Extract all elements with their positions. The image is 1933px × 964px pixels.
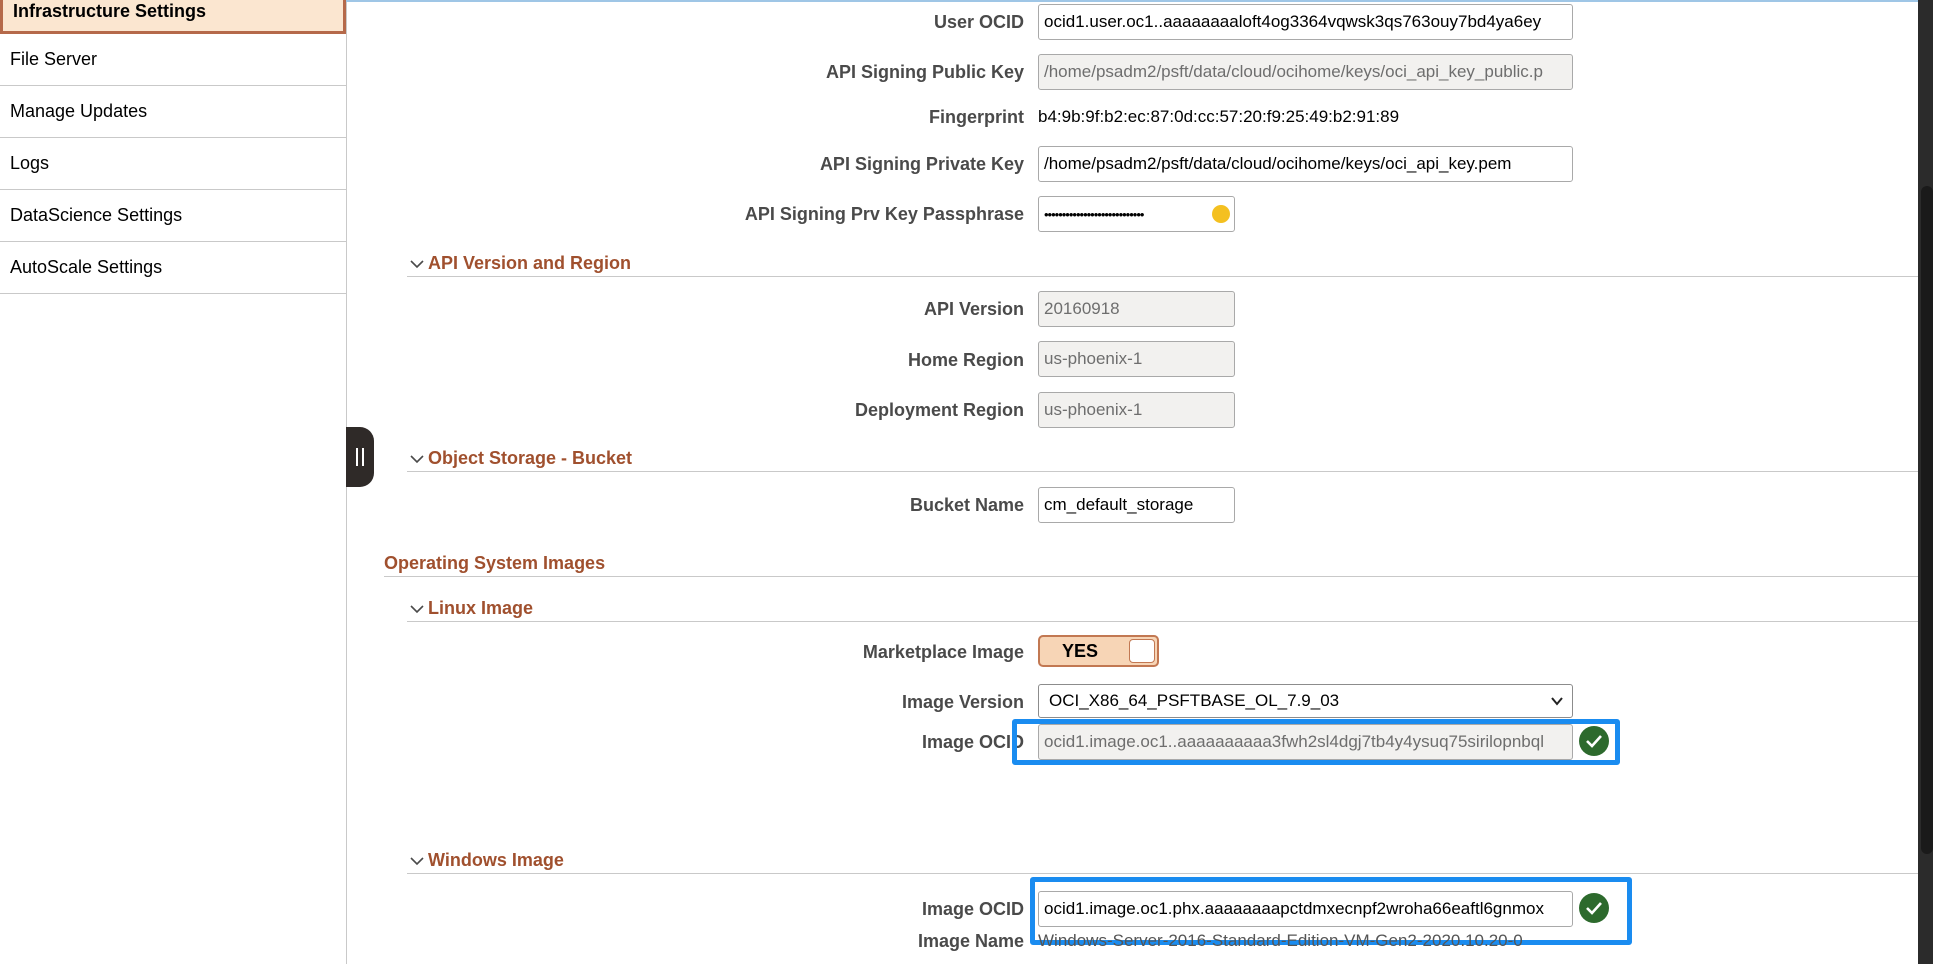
chevron-down-icon <box>410 856 424 865</box>
fingerprint-value: b4:9b:9f:b2:ec:87:0d:cc:57:20:f9:25:49:b… <box>1038 107 1400 126</box>
chevron-down-icon <box>1551 697 1563 706</box>
toggle-value: YES <box>1061 640 1099 661</box>
api-private-key-label: API Signing Private Key <box>819 154 1024 174</box>
api-public-key-label: API Signing Public Key <box>825 62 1024 82</box>
windows-image-name-value: Windows-Server-2016-Standard-Edition-VM-… <box>1038 931 1523 950</box>
chevron-down-icon <box>410 454 424 463</box>
sidebar-item-label: AutoScale Settings <box>10 257 163 277</box>
user-ocid-label: User OCID <box>933 12 1024 32</box>
sidebar-item-datascience-settings[interactable]: DataScience Settings <box>0 190 346 242</box>
bucket-name-input[interactable]: cm_default_storage <box>1038 487 1235 523</box>
section-api-version-region[interactable]: API Version and Region <box>410 253 631 274</box>
chevron-down-icon <box>410 259 424 268</box>
sidebar-item-manage-updates[interactable]: Manage Updates <box>0 86 346 138</box>
marketplace-image-label: Marketplace Image <box>862 642 1024 662</box>
sidebar: Infrastructure Settings File Server Mana… <box>0 0 347 964</box>
divider <box>407 276 1918 277</box>
home-region-input[interactable]: us-phoenix-1 <box>1038 341 1235 377</box>
sidebar-item-label: Infrastructure Settings <box>13 1 207 21</box>
sidebar-item-logs[interactable]: Logs <box>0 138 346 190</box>
sidebar-item-label: Manage Updates <box>10 101 148 121</box>
section-title: Operating System Images <box>384 553 606 573</box>
windows-image-name-label: Image Name <box>917 931 1024 951</box>
sidebar-collapse-handle[interactable] <box>346 427 374 487</box>
api-public-key-input[interactable]: /home/psadm2/psft/data/cloud/ocihome/key… <box>1038 54 1573 90</box>
windows-image-ocid-label: Image OCID <box>921 899 1024 919</box>
sidebar-item-label: Logs <box>10 153 50 173</box>
deployment-region-input[interactable]: us-phoenix-1 <box>1038 392 1235 428</box>
section-title: Windows Image <box>428 850 564 870</box>
windows-image-ocid-input[interactable]: ocid1.image.oc1.phx.aaaaaaaapctdmxecnpf2… <box>1038 891 1573 927</box>
scrollbar-thumb[interactable] <box>1921 186 1933 854</box>
linux-image-ocid-input[interactable]: ocid1.image.oc1..aaaaaaaaaa3fwh2sl4dgj7t… <box>1038 724 1573 760</box>
api-private-key-input[interactable]: /home/psadm2/psft/data/cloud/ocihome/key… <box>1038 146 1573 182</box>
password-manager-icon[interactable] <box>1212 205 1230 223</box>
passphrase-input[interactable]: •••••••••••••••••••••••••••• <box>1038 196 1235 232</box>
deployment-region-label: Deployment Region <box>854 400 1024 420</box>
chevron-down-icon <box>410 604 424 613</box>
sidebar-item-autoscale-settings[interactable]: AutoScale Settings <box>0 242 346 294</box>
top-border <box>346 0 1933 2</box>
linux-image-ocid-label: Image OCID <box>921 732 1024 752</box>
image-version-value: OCI_X86_64_PSFTBASE_OL_7.9_03 <box>1049 691 1340 710</box>
section-operating-system-images: Operating System Images <box>384 553 605 574</box>
api-version-label: API Version <box>923 299 1024 319</box>
section-title: Linux Image <box>428 598 534 618</box>
section-title: Object Storage - Bucket <box>428 448 633 468</box>
api-version-input[interactable]: 20160918 <box>1038 291 1235 327</box>
fingerprint-label: Fingerprint <box>929 107 1024 127</box>
divider <box>407 621 1918 622</box>
image-version-label: Image Version <box>901 692 1024 712</box>
toggle-knob <box>1129 639 1155 663</box>
pause-bars-icon <box>356 448 364 466</box>
checkmark-icon <box>1579 726 1609 756</box>
section-title: API Version and Region <box>428 253 632 273</box>
user-ocid-input[interactable]: ocid1.user.oc1..aaaaaaaaloft4og3364vqwsk… <box>1038 4 1573 40</box>
home-region-label: Home Region <box>907 350 1024 370</box>
divider <box>407 873 1918 874</box>
passphrase-label: API Signing Prv Key Passphrase <box>744 204 1024 224</box>
sidebar-item-file-server[interactable]: File Server <box>0 34 346 86</box>
divider <box>384 576 1918 577</box>
section-windows-image[interactable]: Windows Image <box>410 850 564 871</box>
section-object-storage-bucket[interactable]: Object Storage - Bucket <box>410 448 632 469</box>
sidebar-item-label: File Server <box>10 49 98 69</box>
sidebar-item-label: DataScience Settings <box>10 205 183 225</box>
section-linux-image[interactable]: Linux Image <box>410 598 533 619</box>
passphrase-mask: •••••••••••••••••••••••••••• <box>1044 206 1144 222</box>
checkmark-icon <box>1579 893 1609 923</box>
image-version-select[interactable]: OCI_X86_64_PSFTBASE_OL_7.9_03 <box>1038 684 1573 718</box>
marketplace-image-toggle[interactable]: YES <box>1038 635 1159 667</box>
sidebar-item-infrastructure-settings[interactable]: Infrastructure Settings <box>0 0 346 34</box>
bucket-name-label: Bucket Name <box>909 495 1024 515</box>
divider <box>407 471 1918 472</box>
